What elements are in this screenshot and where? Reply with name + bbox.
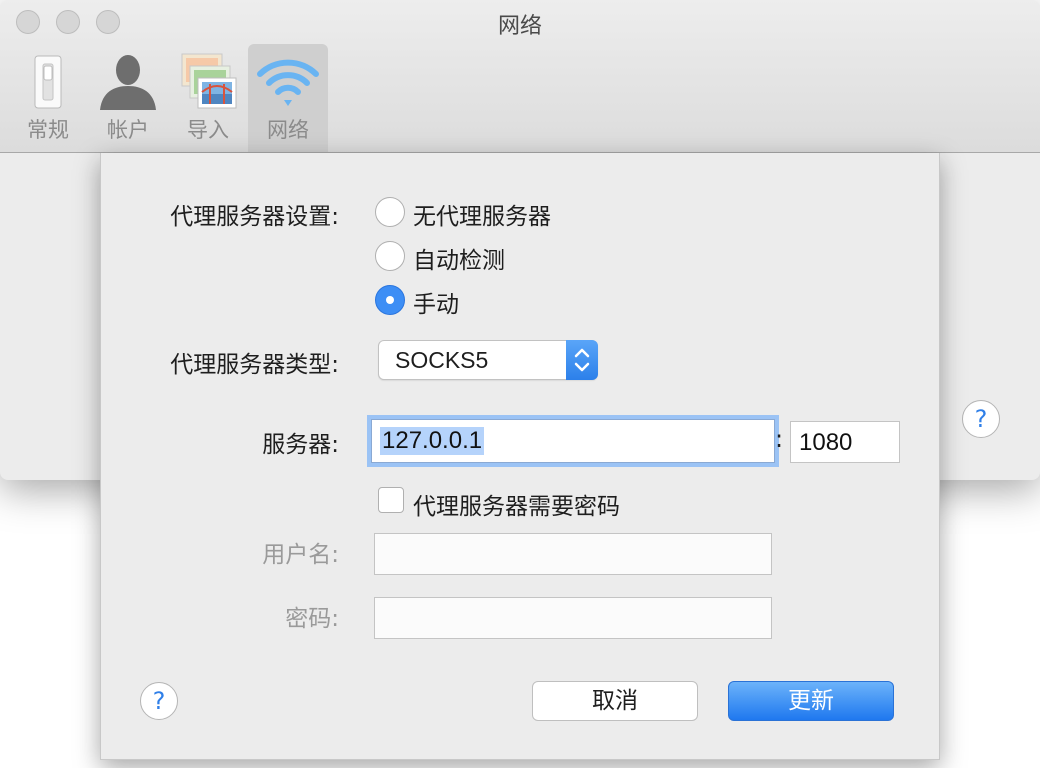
title-bar: 网络 常规 帐户 导入 网络 <box>0 0 1040 153</box>
proxy-type-select[interactable]: SOCKS5 <box>378 340 598 380</box>
password-label: 密码: <box>285 606 339 632</box>
cancel-button[interactable]: 取消 <box>532 681 698 721</box>
toolbar-label-accounts: 帐户 <box>107 118 149 142</box>
radio-manual-label[interactable]: 手动 <box>413 285 459 319</box>
toolbar-item-general[interactable]: 常规 <box>8 44 88 152</box>
radio-no-proxy[interactable] <box>375 197 405 227</box>
radio-manual[interactable] <box>375 285 405 315</box>
help-button[interactable]: ? <box>140 682 178 720</box>
user-silhouette-icon <box>88 50 168 112</box>
requires-password-checkbox[interactable] <box>378 487 404 513</box>
wifi-icon <box>248 50 328 112</box>
port-input[interactable]: 1080 <box>790 421 900 463</box>
radio-no-proxy-label[interactable]: 无代理服务器 <box>413 197 551 231</box>
password-input[interactable] <box>374 597 772 639</box>
toolbar-item-import[interactable]: 导入 <box>168 44 248 152</box>
toolbar-item-network[interactable]: 网络 <box>248 44 328 152</box>
photos-import-icon <box>168 50 248 112</box>
port-value: 1080 <box>799 429 853 456</box>
update-button[interactable]: 更新 <box>728 681 894 721</box>
server-label: 服务器: <box>262 432 339 458</box>
server-input[interactable]: 127.0.0.1 <box>371 419 775 463</box>
window-title: 网络 <box>497 14 542 39</box>
username-input[interactable] <box>374 533 772 575</box>
proxy-settings-sheet: 代理服务器设置: 无代理服务器 自动检测 手动 代理服务器类型: SOCKS5 … <box>100 153 940 760</box>
radio-auto-detect[interactable] <box>375 241 405 271</box>
toolbar-item-accounts[interactable]: 帐户 <box>88 44 168 152</box>
server-value: 127.0.0.1 <box>380 427 485 455</box>
radio-auto-detect-label[interactable]: 自动检测 <box>413 241 505 275</box>
toggle-switch-icon <box>8 50 88 112</box>
requires-password-label[interactable]: 代理服务器需要密码 <box>413 487 620 521</box>
proxy-setting-label: 代理服务器设置: <box>170 204 339 230</box>
toolbar-label-general: 常规 <box>27 118 69 142</box>
proxy-type-value: SOCKS5 <box>395 347 489 373</box>
toolbar-label-network: 网络 <box>267 118 309 142</box>
proxy-type-label: 代理服务器类型: <box>170 352 339 378</box>
username-label: 用户名: <box>262 542 339 568</box>
preferences-help-button[interactable]: ? <box>962 400 1000 438</box>
toolbar-label-import: 导入 <box>187 118 229 142</box>
up-down-arrows-icon <box>566 340 598 380</box>
port-separator: : <box>775 425 784 453</box>
